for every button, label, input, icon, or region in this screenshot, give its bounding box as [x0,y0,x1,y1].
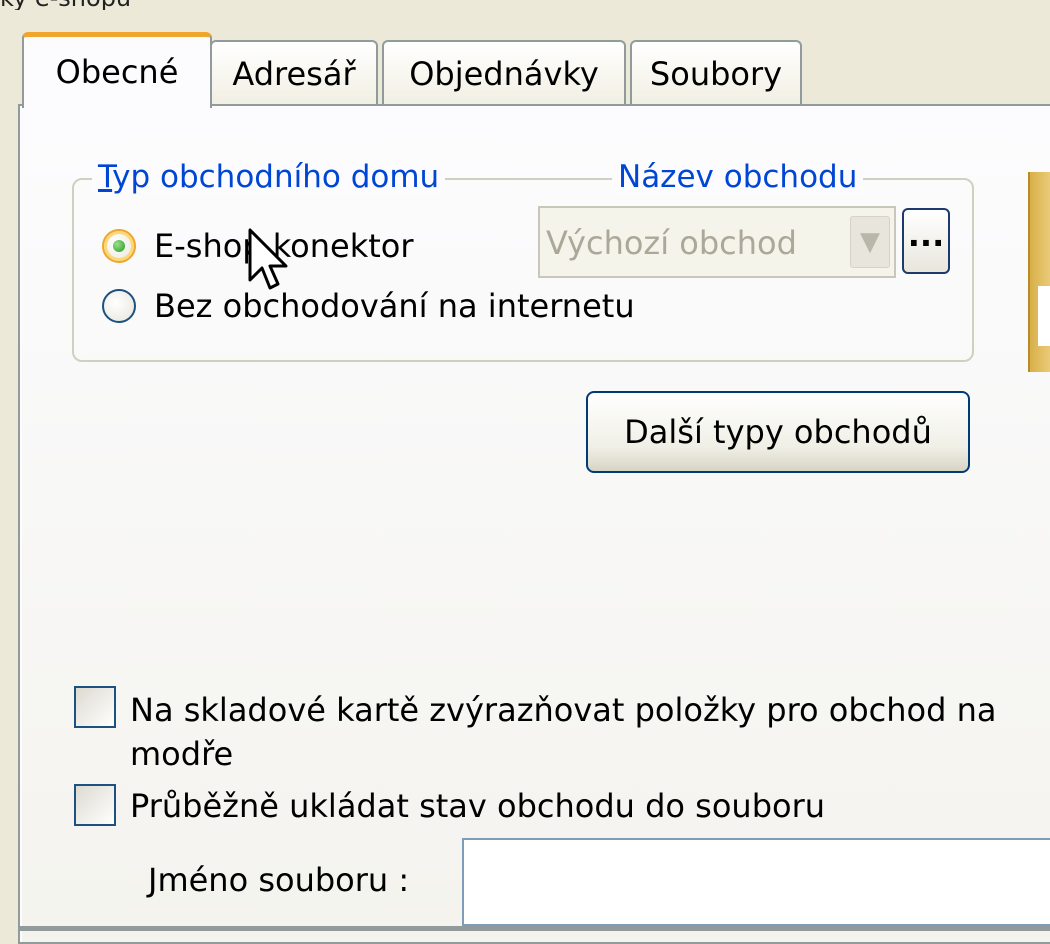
browse-store-button[interactable]: ... [902,208,950,274]
radio-unchecked-icon[interactable] [102,289,136,323]
tab-label: Obecné [55,53,179,91]
dropdown-arrow-icon[interactable]: ▼ [850,216,890,268]
tab-adresar[interactable]: Adresář [210,40,378,106]
radio-checked-icon[interactable] [102,229,136,263]
mouse-cursor-icon [248,228,288,290]
save-state-label[interactable]: Průběžně ukládat stav obchodu do souboru [130,788,825,824]
more-store-types-button[interactable]: Další typy obchodů [586,391,970,473]
panel-bottom-border [18,926,1050,931]
file-name-label: Jméno souboru : [148,861,410,899]
highlight-items-label[interactable]: Na skladové kartě zvýrazňovat položky pr… [130,692,997,728]
combo-value: Výchozí obchod [546,224,797,262]
decorative-image-highlight [1038,286,1050,346]
store-type-legend: Typ obchodního domu [92,160,446,194]
tab-soubory[interactable]: Soubory [630,40,802,106]
file-name-input[interactable] [462,838,1050,926]
save-state-checkbox[interactable] [74,784,116,826]
radio-no-internet-label[interactable]: Bez obchodování na internetu [154,288,635,324]
tab-label: Soubory [649,55,783,93]
tab-obecne[interactable]: Obecné [22,32,212,108]
window-caption-fragment: ky e-shopu [0,0,131,10]
tab-objednavky[interactable]: Objednávky [382,40,626,106]
highlight-items-checkbox[interactable] [74,686,116,728]
store-name-combobox[interactable]: Výchozí obchod ▼ [538,206,896,278]
highlight-items-label-cont[interactable]: modře [130,736,233,772]
store-name-legend: Název obchodu [612,160,864,194]
tab-label: Objednávky [409,55,599,93]
tab-label: Adresář [232,55,356,93]
